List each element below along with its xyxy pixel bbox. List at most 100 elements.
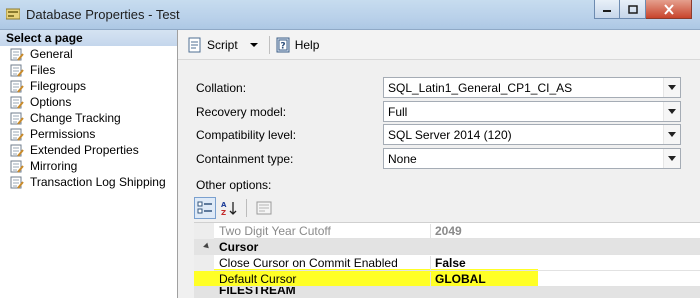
collation-label: Collation: (196, 81, 247, 95)
database-icon (6, 8, 20, 20)
svg-text:A: A (221, 201, 227, 209)
containment-type-row: Containment type: None (178, 148, 700, 170)
containment-type-value: None (388, 151, 417, 166)
window-title: Database Properties - Test (26, 7, 180, 22)
grid-category-filestream[interactable]: FILESTREAM (194, 287, 700, 298)
containment-type-combo[interactable]: None (383, 148, 681, 169)
minimize-icon (603, 10, 611, 12)
page-wrench-icon (10, 128, 24, 141)
property-name: Default Cursor (219, 272, 297, 286)
grid-toolbar-separator (246, 199, 247, 217)
chevron-down-icon[interactable] (663, 78, 680, 97)
grid-row-close-cursor-on-commit[interactable]: Close Cursor on Commit Enabled False (194, 255, 700, 271)
compatibility-level-row: Compatibility level: SQL Server 2014 (12… (178, 124, 700, 146)
grid-category-cursor[interactable]: Cursor (194, 239, 700, 255)
page-item-label: Options (30, 95, 72, 109)
property-value: 2049 (430, 224, 700, 239)
page-item-general[interactable]: General (0, 46, 177, 62)
script-icon (188, 37, 201, 52)
page-wrench-icon (10, 176, 24, 189)
page-item-mirroring[interactable]: Mirroring (0, 158, 177, 174)
toolbar-separator (268, 35, 270, 54)
compatibility-level-value: SQL Server 2014 (120) (388, 127, 512, 142)
toolbar: Script ? Help (178, 30, 700, 60)
containment-type-label: Containment type: (196, 152, 294, 166)
page-item-label: General (30, 47, 73, 61)
recovery-model-value: Full (388, 104, 408, 119)
property-name: Close Cursor on Commit Enabled (219, 256, 398, 270)
page-selector-header: Select a page (0, 30, 177, 46)
categorized-button[interactable] (194, 197, 216, 219)
maximize-icon (627, 4, 638, 14)
collation-combo[interactable]: SQL_Latin1_General_CP1_CI_AS (383, 77, 681, 98)
script-label: Script (207, 37, 238, 52)
page-wrench-icon (10, 160, 24, 173)
page-item-files[interactable]: Files (0, 62, 177, 78)
property-name: Two Digit Year Cutoff (219, 224, 331, 238)
property-grid-toolbar: AZ (194, 196, 277, 220)
grid-gutter (194, 287, 214, 298)
grid-gutter (194, 255, 214, 271)
page-item-label: Files (30, 63, 56, 77)
property-grid: Two Digit Year Cutoff 2049 Cursor Close … (194, 222, 700, 298)
page-item-label: Mirroring (30, 159, 78, 173)
page-item-label: Change Tracking (30, 111, 121, 125)
page-item-permissions[interactable]: Permissions (0, 126, 177, 142)
property-value: False (430, 256, 700, 271)
page-wrench-icon (10, 48, 24, 61)
grid-row-default-cursor[interactable]: Default Cursor GLOBAL (194, 271, 700, 287)
title-bar: Database Properties - Test (0, 0, 700, 30)
options-pane: Script ? Help Collation: SQL_Latin1_Gene… (178, 30, 700, 298)
script-dropdown[interactable] (241, 34, 267, 56)
page-item-label: Transaction Log Shipping (30, 175, 166, 189)
page-item-label: Filegroups (30, 79, 87, 93)
page-item-filegroups[interactable]: Filegroups (0, 78, 177, 94)
help-button[interactable]: ? Help (272, 34, 323, 56)
help-label: Help (294, 37, 320, 52)
page-wrench-icon (10, 80, 24, 93)
maximize-button[interactable] (620, 0, 646, 19)
minimize-button[interactable] (594, 0, 620, 19)
chevron-down-icon[interactable] (663, 125, 680, 144)
category-name: FILESTREAM (219, 287, 296, 297)
recovery-model-label: Recovery model: (196, 105, 287, 119)
close-icon (663, 3, 674, 15)
page-item-label: Extended Properties (30, 143, 139, 157)
page-selector-pane: Select a page General Files Filegroups O… (0, 30, 178, 298)
compatibility-level-label: Compatibility level: (196, 128, 297, 142)
page-list: General Files Filegroups Options Change … (0, 46, 177, 190)
alphabetical-button[interactable]: AZ (218, 197, 240, 219)
compatibility-level-combo[interactable]: SQL Server 2014 (120) (383, 124, 681, 145)
script-button[interactable]: Script (184, 34, 241, 56)
svg-text:?: ? (280, 41, 285, 51)
recovery-model-combo[interactable]: Full (383, 101, 681, 122)
page-item-label: Permissions (30, 127, 96, 141)
collation-value: SQL_Latin1_General_CP1_CI_AS (388, 80, 573, 95)
chevron-down-icon[interactable] (663, 102, 680, 121)
close-button[interactable] (646, 0, 692, 19)
page-wrench-icon (10, 112, 24, 125)
grid-gutter (194, 223, 214, 239)
chevron-down-icon (249, 42, 258, 47)
category-name: Cursor (219, 240, 259, 254)
other-options-label: Other options: (196, 178, 272, 192)
page-wrench-icon (10, 64, 24, 77)
help-icon: ? (276, 37, 290, 52)
grid-gutter (194, 271, 214, 287)
chevron-down-icon[interactable] (663, 149, 680, 168)
page-item-options[interactable]: Options (0, 94, 177, 110)
window-controls (594, 0, 692, 20)
property-pages-button[interactable] (253, 197, 275, 219)
svg-text:Z: Z (221, 209, 226, 216)
page-wrench-icon (10, 144, 24, 157)
sort-alphabetical-icon: AZ (221, 201, 237, 216)
categorized-icon (197, 201, 212, 214)
property-pages-icon (256, 201, 272, 215)
recovery-model-row: Recovery model: Full (178, 101, 700, 123)
collation-row: Collation: SQL_Latin1_General_CP1_CI_AS (178, 77, 700, 99)
property-value: GLOBAL (430, 272, 700, 287)
grid-row-two-digit-year-cutoff[interactable]: Two Digit Year Cutoff 2049 (194, 223, 700, 239)
page-item-transaction-log-shipping[interactable]: Transaction Log Shipping (0, 174, 177, 190)
page-item-change-tracking[interactable]: Change Tracking (0, 110, 177, 126)
page-item-extended-properties[interactable]: Extended Properties (0, 142, 177, 158)
